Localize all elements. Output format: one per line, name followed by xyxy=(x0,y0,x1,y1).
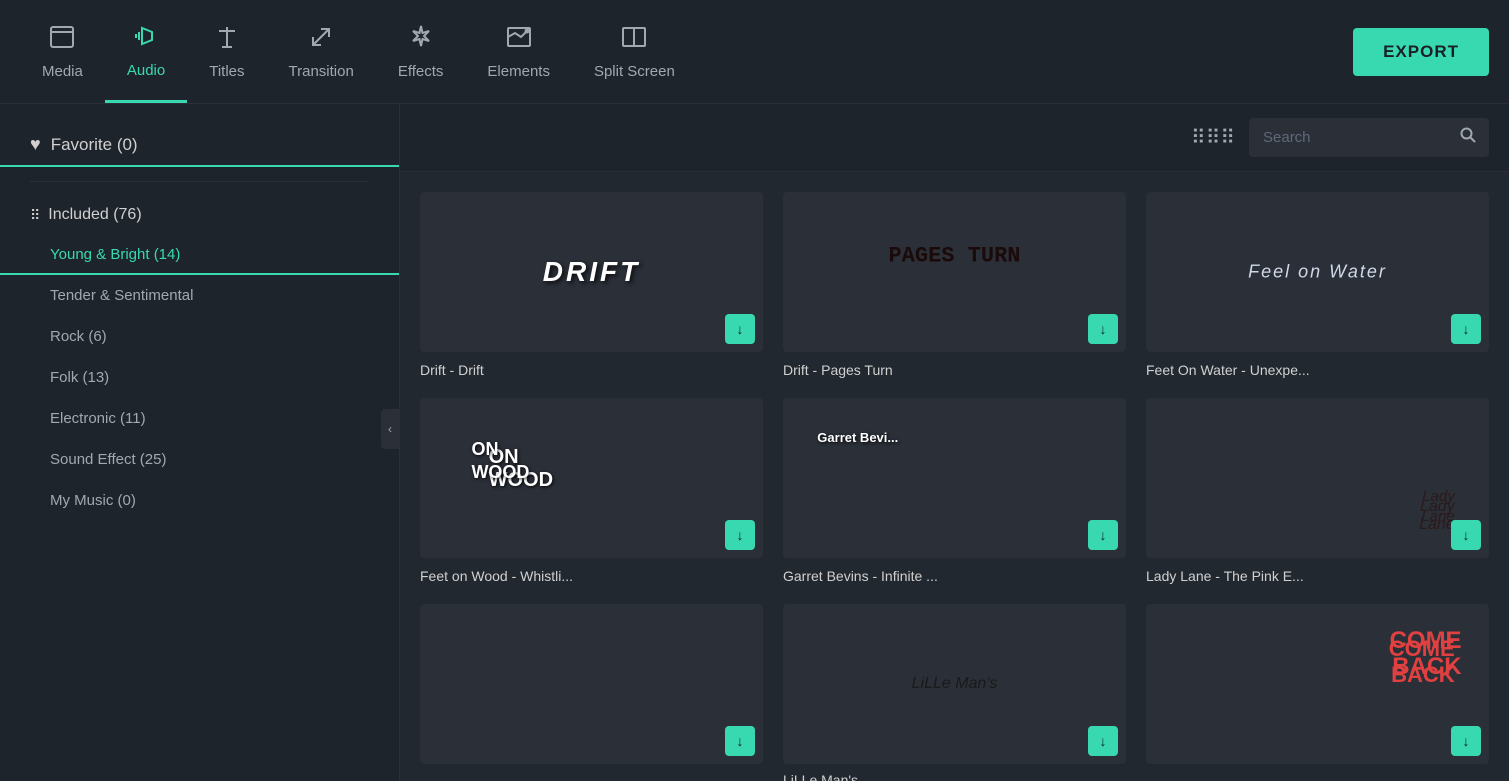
grid-icon: ⠿ xyxy=(30,207,40,224)
elements-icon xyxy=(505,23,533,57)
search-input[interactable] xyxy=(1249,121,1447,154)
thumbnail-feet-wood: ONWOOD ↓ xyxy=(420,398,763,558)
download-badge-drift-drift[interactable]: ↓ xyxy=(725,314,755,344)
grid-item-drift-pages[interactable]: ↓ Drift - Pages Turn xyxy=(773,182,1136,388)
nav-transition[interactable]: Transition xyxy=(267,0,376,103)
nav-split-screen[interactable]: Split Screen xyxy=(572,0,697,103)
nav-titles-label: Titles xyxy=(209,63,244,80)
track-title-drift-drift: Drift - Drift xyxy=(420,362,763,378)
track-title-lady-lane: Lady Lane - The Pink E... xyxy=(1146,568,1489,584)
search-button[interactable] xyxy=(1447,118,1489,157)
thumbnail-feet-water: ↓ xyxy=(1146,192,1489,352)
grid-item-feet-water[interactable]: ↓ Feet On Water - Unexpe... xyxy=(1136,182,1499,388)
effects-icon xyxy=(407,23,435,57)
content-toolbar: ⠿⠿⠿ xyxy=(400,104,1509,172)
thumbnail-lady-lane: LadyLane ↓ xyxy=(1146,398,1489,558)
grid-item-bottom1[interactable]: ↓ xyxy=(410,594,773,781)
sidebar-item-young-bright[interactable]: Young & Bright (14) xyxy=(0,234,399,275)
nav-media-label: Media xyxy=(42,63,83,80)
nav-audio[interactable]: Audio xyxy=(105,0,187,103)
content-area: ⠿⠿⠿ ↓ Drift - Drift xyxy=(400,104,1509,781)
track-title-garret: Garret Bevins - Infinite ... xyxy=(783,568,1126,584)
sidebar-item-rock[interactable]: Rock (6) xyxy=(0,316,399,357)
nav-elements[interactable]: Elements xyxy=(465,0,572,103)
thumbnail-bottom1: ↓ xyxy=(420,604,763,764)
grid-item-garret[interactable]: ↓ Garret Bevins - Infinite ... xyxy=(773,388,1136,594)
top-nav: Media Audio Titles xyxy=(0,0,1509,104)
download-badge-bottom3[interactable]: ↓ xyxy=(1451,726,1481,756)
sidebar-item-my-music[interactable]: My Music (0) xyxy=(0,480,399,521)
download-badge-lady-lane[interactable]: ↓ xyxy=(1451,520,1481,550)
thumbnail-bottom3: COMEBACK ↓ xyxy=(1146,604,1489,764)
grid-item-bottom3[interactable]: COMEBACK ↓ xyxy=(1136,594,1499,781)
download-badge-feet-water[interactable]: ↓ xyxy=(1451,314,1481,344)
included-label: Included (76) xyxy=(48,206,141,224)
grid-item-feet-wood[interactable]: ONWOOD ↓ Feet on Wood - Whistli... xyxy=(410,388,773,594)
search-bar xyxy=(1249,118,1489,157)
grid-item-lady-lane[interactable]: LadyLane ↓ Lady Lane - The Pink E... xyxy=(1136,388,1499,594)
thumbnail-garret: ↓ xyxy=(783,398,1126,558)
grid-item-drift-drift[interactable]: ↓ Drift - Drift xyxy=(410,182,773,388)
sidebar-item-tender[interactable]: Tender & Sentimental xyxy=(0,275,399,316)
grid-view-icon[interactable]: ⠿⠿⠿ xyxy=(1191,125,1235,150)
titles-icon xyxy=(213,23,241,57)
sidebar-item-electronic[interactable]: Electronic (11) xyxy=(0,398,399,439)
nav-audio-label: Audio xyxy=(127,62,165,79)
nav-transition-label: Transition xyxy=(289,63,354,80)
nav-split-screen-label: Split Screen xyxy=(594,63,675,80)
thumbnail-bottom2: ↓ xyxy=(783,604,1126,764)
track-title-bottom2: LiLLe Man's xyxy=(783,772,1126,781)
nav-titles[interactable]: Titles xyxy=(187,0,266,103)
heart-icon: ♥ xyxy=(30,134,41,155)
track-title-feet-wood: Feet on Wood - Whistli... xyxy=(420,568,763,584)
download-badge-bottom2[interactable]: ↓ xyxy=(1088,726,1118,756)
nav-media[interactable]: Media xyxy=(20,0,105,103)
thumbnail-drift-pages: ↓ xyxy=(783,192,1126,352)
sidebar: ♥ Favorite (0) ⠿ Included (76) Young & B… xyxy=(0,104,400,781)
download-badge-garret[interactable]: ↓ xyxy=(1088,520,1118,550)
favorite-label: Favorite (0) xyxy=(51,135,138,155)
split-screen-icon xyxy=(620,23,648,57)
nav-effects-label: Effects xyxy=(398,63,444,80)
export-button[interactable]: EXPORT xyxy=(1353,28,1489,76)
sidebar-item-folk[interactable]: Folk (13) xyxy=(0,357,399,398)
download-badge-drift-pages[interactable]: ↓ xyxy=(1088,314,1118,344)
content-grid: ↓ Drift - Drift ↓ Drift - Pages Turn ↓ F… xyxy=(400,172,1509,781)
track-title-feet-water: Feet On Water - Unexpe... xyxy=(1146,362,1489,378)
transition-icon xyxy=(307,23,335,57)
grid-item-bottom2[interactable]: ↓ LiLLe Man's xyxy=(773,594,1136,781)
included-header: ⠿ Included (76) xyxy=(0,196,399,234)
nav-elements-label: Elements xyxy=(487,63,550,80)
track-title-drift-pages: Drift - Pages Turn xyxy=(783,362,1126,378)
sidebar-collapse-arrow[interactable]: ‹ xyxy=(381,409,399,449)
nav-effects[interactable]: Effects xyxy=(376,0,466,103)
download-badge-bottom1[interactable]: ↓ xyxy=(725,726,755,756)
download-badge-feet-wood[interactable]: ↓ xyxy=(725,520,755,550)
favorite-header[interactable]: ♥ Favorite (0) xyxy=(0,124,399,167)
divider-1 xyxy=(30,181,369,182)
media-icon xyxy=(48,23,76,57)
main-layout: ♥ Favorite (0) ⠿ Included (76) Young & B… xyxy=(0,104,1509,781)
sidebar-item-sound-effect[interactable]: Sound Effect (25) xyxy=(0,439,399,480)
audio-icon xyxy=(132,22,160,56)
thumbnail-drift-drift: ↓ xyxy=(420,192,763,352)
